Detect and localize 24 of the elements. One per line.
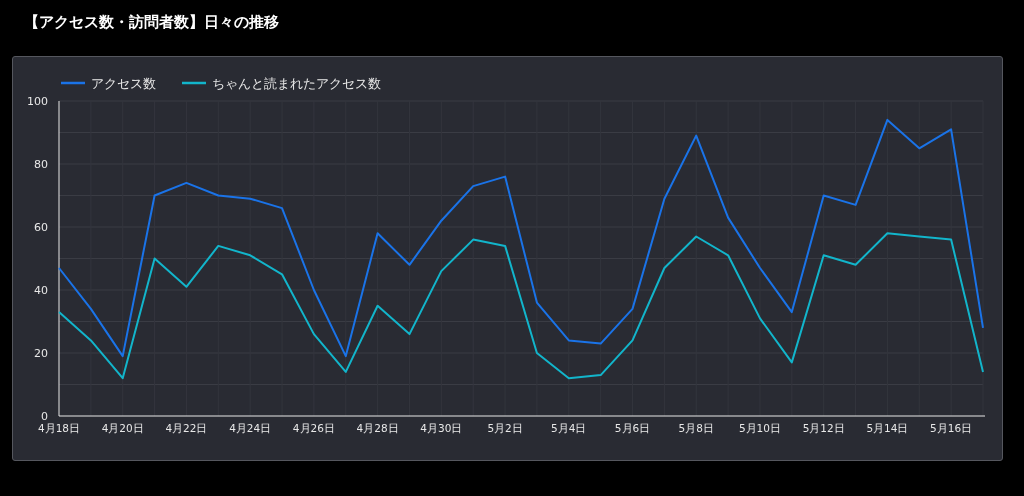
x-tick-label: 4月28日 xyxy=(356,422,399,434)
x-tick-label: 5月14日 xyxy=(866,422,909,434)
y-tick-label: 60 xyxy=(34,221,48,234)
x-tick-label: 4月22日 xyxy=(165,422,208,434)
x-tick-label: 5月16日 xyxy=(930,422,973,434)
x-tick-label: 4月18日 xyxy=(38,422,80,434)
x-tick-label: 4月26日 xyxy=(292,422,335,434)
x-tick-label: 4月20日 xyxy=(101,422,144,434)
x-tick-label: 5月6日 xyxy=(614,422,651,434)
x-tick-label: 5月10日 xyxy=(738,422,781,434)
x-tick-label: 4月30日 xyxy=(420,422,463,434)
x-tick-label: 5月2日 xyxy=(487,422,523,434)
y-tick-label: 100 xyxy=(27,95,48,108)
legend-label: アクセス数 xyxy=(91,76,156,91)
y-tick-label: 40 xyxy=(34,284,48,297)
page-title: 【アクセス数・訪問者数】日々の推移 xyxy=(23,12,280,33)
x-tick-label: 5月12日 xyxy=(802,422,845,434)
legend-label: ちゃんと読まれたアクセス数 xyxy=(212,76,381,91)
y-tick-label: 80 xyxy=(34,158,48,171)
y-tick-label: 20 xyxy=(34,347,48,360)
x-tick-label: 5月8日 xyxy=(678,422,714,434)
x-tick-label: 5月4日 xyxy=(551,422,587,434)
x-tick-label: 4月24日 xyxy=(229,422,272,434)
y-tick-label: 0 xyxy=(41,410,48,423)
